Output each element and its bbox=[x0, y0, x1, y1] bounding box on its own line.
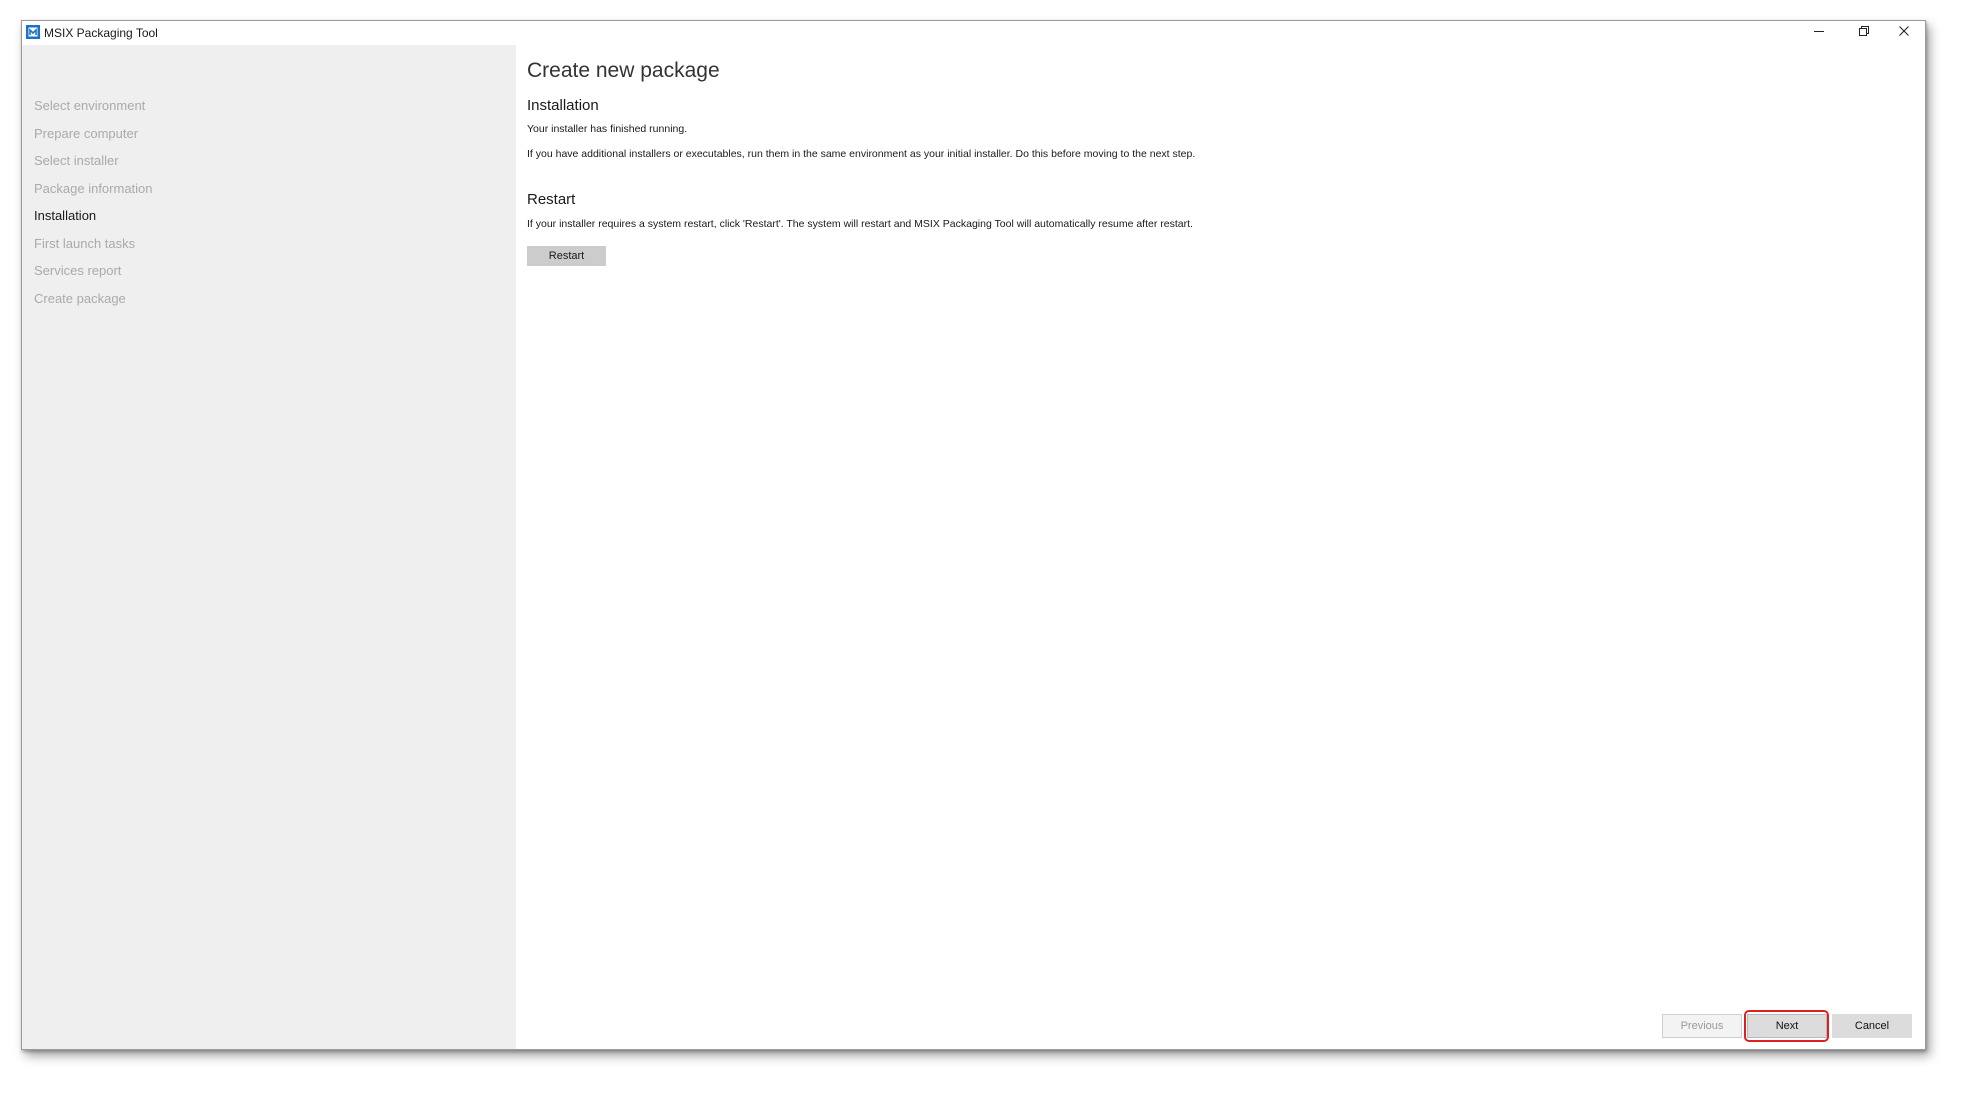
restart-description-text: If your installer requires a system rest… bbox=[527, 218, 1193, 230]
page-title: Create new package bbox=[527, 59, 720, 82]
title-bar[interactable]: MSIX Packaging Tool bbox=[22, 21, 1925, 46]
msix-app-icon bbox=[25, 24, 41, 40]
installation-heading: Installation bbox=[527, 97, 599, 114]
step-installation: Installation bbox=[34, 208, 97, 223]
restore-button[interactable] bbox=[1842, 21, 1886, 45]
wizard-steps-sidebar: Select environment Prepare computer Sele… bbox=[22, 45, 516, 1049]
minimize-button[interactable] bbox=[1797, 21, 1841, 45]
restart-heading: Restart bbox=[527, 191, 576, 208]
step-select-environment: Select environment bbox=[34, 98, 146, 113]
next-button[interactable]: Next bbox=[1747, 1014, 1827, 1038]
step-prepare-computer: Prepare computer bbox=[34, 126, 139, 141]
step-create-package: Create package bbox=[34, 291, 126, 306]
installation-instructions-text: If you have additional installers or exe… bbox=[527, 148, 1196, 160]
step-package-information: Package information bbox=[34, 181, 153, 196]
step-select-installer: Select installer bbox=[34, 153, 119, 168]
installation-status-text: Your installer has finished running. bbox=[527, 123, 688, 135]
cancel-button[interactable]: Cancel bbox=[1832, 1014, 1912, 1038]
restart-button[interactable]: Restart bbox=[527, 246, 606, 266]
restore-icon bbox=[1858, 24, 1870, 42]
main-content: Create new package Installation Your ins… bbox=[516, 45, 1925, 1049]
window-title: MSIX Packaging Tool bbox=[44, 26, 158, 40]
close-button[interactable] bbox=[1882, 21, 1926, 45]
app-window: MSIX Packaging Tool Select environment P… bbox=[21, 20, 1926, 1050]
minimize-icon bbox=[1813, 24, 1825, 42]
step-first-launch-tasks: First launch tasks bbox=[34, 236, 136, 251]
previous-button[interactable]: Previous bbox=[1662, 1014, 1742, 1038]
close-icon bbox=[1898, 24, 1910, 42]
step-services-report: Services report bbox=[34, 263, 122, 278]
